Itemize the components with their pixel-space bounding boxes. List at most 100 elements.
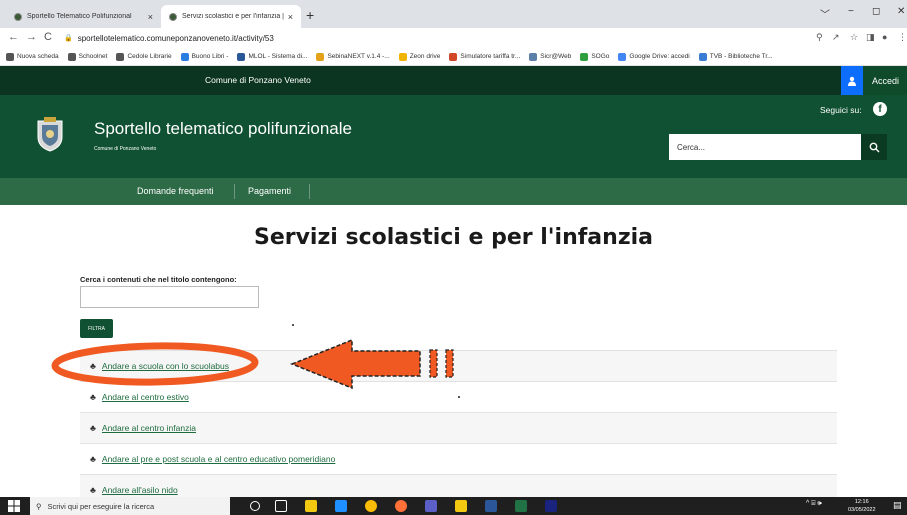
bookmark-label: Nuova scheda — [17, 53, 59, 60]
service-link[interactable]: Andare al pre e post scuola e al centro … — [102, 454, 335, 464]
bookmark-item[interactable]: Google Drive: accedi — [618, 52, 690, 61]
zoom-icon[interactable]: ⚲ — [816, 32, 823, 43]
search-icon: ⚲ — [36, 501, 42, 511]
app-icon[interactable] — [545, 500, 557, 512]
site-title[interactable]: Sportello telematico polifunzionale — [94, 119, 352, 139]
list-item: ♣ Andare al centro estivo — [80, 381, 837, 412]
group-icon: ♣ — [90, 361, 96, 371]
site-search-button[interactable] — [861, 134, 887, 160]
login-button[interactable]: Accedi — [841, 66, 907, 95]
menu-icon[interactable]: ⋮ — [898, 32, 907, 43]
site-search-input[interactable] — [669, 134, 861, 160]
bookmark-item[interactable]: TVB - Biblioteche Tr... — [698, 52, 773, 61]
bookmark-label: SOGo — [591, 53, 610, 60]
back-button[interactable]: ← — [8, 31, 19, 43]
bookmark-item[interactable]: Buono Libri - — [180, 52, 229, 61]
browser-tab-servizi[interactable]: Servizi scolastici e per l'infanzia | × — [161, 5, 301, 28]
municipality-link[interactable]: Comune di Ponzano Veneto — [205, 75, 311, 85]
bookmark-favicon-icon — [449, 52, 458, 61]
bookmark-favicon-icon — [67, 52, 76, 61]
bookmark-favicon-icon — [618, 52, 627, 61]
bookmark-label: Buono Libri - — [191, 53, 229, 60]
service-link[interactable]: Andare al centro estivo — [102, 392, 189, 402]
taskbar-clock[interactable]: 12:16 03/05/2022 — [848, 498, 876, 514]
lock-icon: 🔒 — [64, 35, 73, 42]
facebook-icon[interactable]: f — [873, 102, 887, 116]
browser-address-row: ← → C 🔒 sportellotelematico.comuneponzan… — [0, 28, 907, 48]
browser-tab-strip: Sportello Telematico Polifunzional × Ser… — [0, 0, 907, 28]
search-icon — [869, 142, 879, 152]
bookmark-item[interactable]: Zeon drive — [398, 52, 441, 61]
forward-button[interactable]: → — [26, 31, 37, 43]
bookmark-item[interactable]: SebinaNEXT v.1.4 -... — [316, 52, 390, 61]
bookmark-favicon-icon — [398, 52, 407, 61]
browser-tab-sportello[interactable]: Sportello Telematico Polifunzional × — [6, 5, 161, 28]
bookmark-item[interactable]: Schoolnet — [67, 52, 108, 61]
close-window-button[interactable]: ✕ — [897, 6, 905, 17]
firefox-icon[interactable] — [395, 500, 407, 512]
tab-search-icon[interactable]: ﹀ — [820, 6, 830, 21]
side-panel-icon[interactable]: ◨ — [866, 32, 875, 43]
task-view-icon[interactable] — [275, 500, 287, 512]
filter-input[interactable] — [80, 286, 259, 308]
cortana-icon[interactable] — [250, 501, 260, 511]
maximize-button[interactable]: ◻ — [872, 6, 880, 17]
filter-button[interactable]: FILTRA — [80, 319, 113, 338]
main-nav: Domande frequenti Pagamenti — [0, 178, 907, 205]
nav-item-payments[interactable]: Pagamenti — [234, 178, 305, 205]
teams-icon[interactable] — [425, 500, 437, 512]
windows-taskbar: ⚲ Scrivi qui per eseguire la ricerca ^ ⌸… — [0, 497, 907, 515]
bookmark-label: Cedole Librarie — [127, 53, 172, 60]
chrome-icon[interactable] — [365, 500, 377, 512]
new-tab-button[interactable]: + — [306, 7, 314, 23]
bookmark-item[interactable]: MLOL - Sistema di... — [237, 52, 308, 61]
bookmark-star-icon[interactable]: ☆ — [850, 32, 858, 43]
folder-icon[interactable] — [455, 500, 467, 512]
profile-icon[interactable]: ● — [882, 32, 887, 42]
taskbar-search[interactable]: ⚲ Scrivi qui per eseguire la ricerca — [30, 497, 230, 515]
bookmark-label: Google Drive: accedi — [629, 53, 690, 60]
address-bar[interactable]: 🔒 sportellotelematico.comuneponzanovenet… — [64, 30, 784, 46]
tab-title: Sportello Telematico Polifunzional — [27, 13, 132, 20]
list-item: ♣ Andare a scuola con lo scuolabus — [80, 350, 837, 381]
bookmark-label: Zeon drive — [409, 53, 441, 60]
edge-icon[interactable] — [335, 500, 347, 512]
bookmark-item[interactable]: Cedole Librarie — [116, 52, 172, 61]
tab-close-icon[interactable]: × — [148, 12, 153, 22]
bookmark-favicon-icon — [180, 52, 189, 61]
group-icon: ♣ — [90, 392, 96, 402]
bookmark-item[interactable]: SOGo — [580, 52, 610, 61]
windows-start-icon[interactable] — [8, 500, 20, 512]
bookmark-item[interactable]: Nuova scheda — [6, 52, 59, 61]
list-item: ♣ Andare al centro infanzia — [80, 412, 837, 443]
bookmark-label: Schoolnet — [78, 53, 108, 60]
service-link[interactable]: Andare all'asilo nido — [102, 485, 178, 495]
file-explorer-icon[interactable] — [305, 500, 317, 512]
follow-label: Seguici su: — [820, 105, 862, 115]
reload-button[interactable]: C — [44, 31, 52, 43]
system-tray-icons[interactable]: ^ ⌸ 🕪 — [806, 500, 822, 508]
bookmark-item[interactable]: Sicr@Web — [529, 52, 572, 61]
notification-icon[interactable]: ▤ — [893, 500, 902, 511]
bookmark-item[interactable]: Simulatore tariffa tr... — [449, 52, 521, 61]
word-icon[interactable] — [485, 500, 497, 512]
municipality-crest-icon — [37, 117, 63, 152]
bookmark-label: Simulatore tariffa tr... — [460, 53, 521, 60]
excel-icon[interactable] — [515, 500, 527, 512]
bookmark-label: SebinaNEXT v.1.4 -... — [327, 53, 390, 60]
bookmark-label: TVB - Biblioteche Tr... — [709, 53, 773, 60]
user-icon — [841, 66, 863, 95]
minimize-button[interactable]: − — [848, 6, 854, 17]
clock-date: 03/05/2022 — [848, 507, 876, 513]
bookmark-label: Sicr@Web — [540, 53, 572, 60]
nav-item-faq[interactable]: Domande frequenti — [123, 178, 228, 205]
bookmark-label: MLOL - Sistema di... — [248, 53, 308, 60]
site-subtitle: Comune di Ponzano Veneto — [94, 146, 157, 152]
service-link[interactable]: Andare al centro infanzia — [102, 423, 196, 433]
tab-close-icon[interactable]: × — [288, 12, 293, 22]
service-link[interactable]: Andare a scuola con lo scuolabus — [102, 361, 229, 371]
group-icon: ♣ — [90, 454, 96, 464]
annotation-dot — [292, 324, 294, 326]
share-icon[interactable]: ↗ — [832, 32, 840, 43]
list-item: ♣ Andare al pre e post scuola e al centr… — [80, 443, 837, 474]
